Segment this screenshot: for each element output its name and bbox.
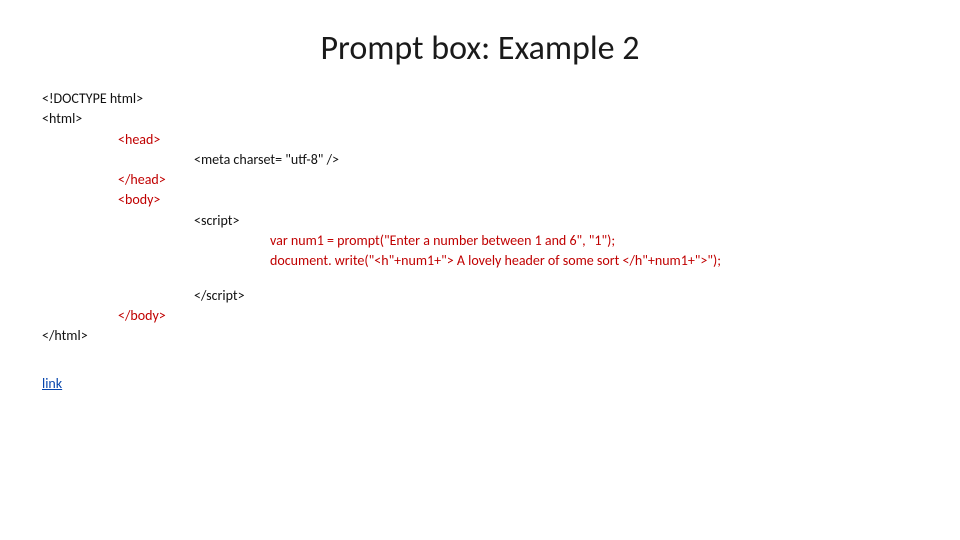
code-line: <meta charset= "utf-8" />: [42, 150, 960, 170]
link[interactable]: link: [42, 375, 62, 392]
code-line: <script>: [42, 211, 960, 231]
link-row: link: [0, 375, 960, 392]
slide-title: Prompt box: Example 2: [0, 0, 960, 89]
code-block: <!DOCTYPE html> <html> <head> <meta char…: [0, 89, 960, 347]
code-line: document. write("<h"+num1+"> A lovely he…: [42, 251, 960, 271]
code-line: </head>: [42, 170, 960, 190]
code-line: <head>: [42, 130, 960, 150]
blank-line: [42, 272, 960, 286]
code-line: <!DOCTYPE html>: [42, 89, 960, 109]
code-line: <html>: [42, 109, 960, 129]
code-line: </script>: [42, 286, 960, 306]
code-line: </body>: [42, 306, 960, 326]
code-line: </html>: [42, 326, 960, 346]
code-line: <body>: [42, 190, 960, 210]
code-line: var num1 = prompt("Enter a number betwee…: [42, 231, 960, 251]
